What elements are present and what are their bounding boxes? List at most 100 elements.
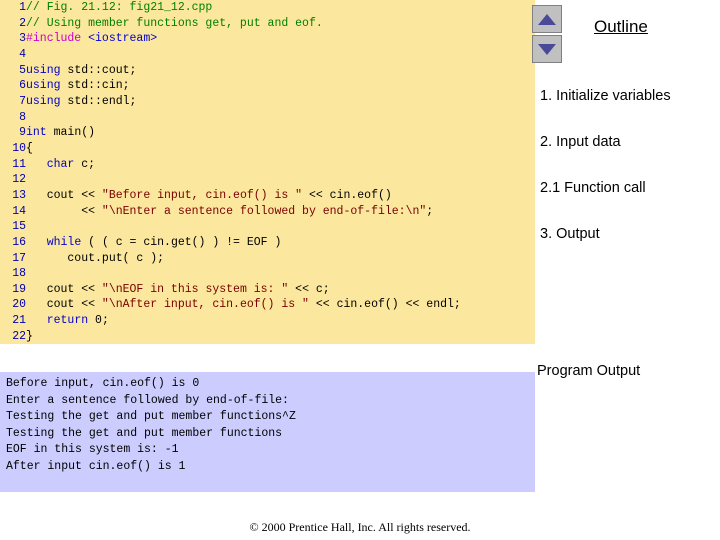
- code-line: 18: [0, 266, 461, 282]
- code-token: <iostream>: [88, 32, 158, 46]
- code-token: << c;: [288, 282, 330, 296]
- code-token: << cin.eof() << endl;: [308, 298, 461, 312]
- code-line-number: 17: [12, 251, 26, 265]
- code-line: 12: [0, 172, 461, 188]
- code-line-number: 21: [12, 314, 26, 328]
- code-line-number: 20: [12, 298, 26, 312]
- code-token: using: [26, 94, 61, 108]
- code-token: using: [26, 63, 61, 77]
- code-token: char: [46, 157, 75, 171]
- code-token: return: [46, 314, 89, 328]
- copyright-footer: © 2000 Prentice Hall, Inc. All rights re…: [249, 520, 471, 534]
- triangle-down-icon: [538, 43, 556, 55]
- code-token: << cin.eof(): [302, 188, 392, 202]
- code-line: 13 cout << "Before input, cin.eof() is "…: [0, 188, 461, 204]
- code-token: std::endl;: [60, 94, 137, 108]
- code-line-number: 5: [19, 63, 26, 77]
- code-token: // Using member functions get, put and e…: [26, 16, 323, 30]
- code-line: 14 << "\nEnter a sentence followed by en…: [0, 204, 461, 220]
- code-token: while: [46, 235, 82, 249]
- code-line-text: #include <iostream>: [26, 31, 461, 47]
- code-token: cout <<: [26, 298, 102, 312]
- code-token: "\nAfter input, cin.eof() is ": [101, 298, 309, 312]
- code-line: 5 using std::cout;: [0, 63, 461, 79]
- code-line-text: [26, 172, 461, 188]
- code-line-text: cout << "Before input, cin.eof() is " <<…: [26, 188, 461, 204]
- code-line: 9 int main(): [0, 125, 461, 141]
- code-token: }: [26, 329, 33, 343]
- code-line-text: [26, 219, 461, 235]
- code-line-number: 13: [12, 188, 26, 202]
- code-token: #include: [26, 32, 89, 46]
- code-token: "\nEnter a sentence followed by end-of-f…: [101, 204, 427, 218]
- code-line: 3 #include <iostream>: [0, 31, 461, 47]
- code-line-number: 14: [12, 204, 26, 218]
- code-token: "\nEOF in this system is: ": [101, 282, 289, 296]
- code-line-text: }: [26, 329, 461, 345]
- code-line-text: // Fig. 21.12: fig21_12.cpp: [26, 0, 461, 16]
- code-line-text: [26, 266, 461, 282]
- outline-item-4: 3. Output: [540, 226, 600, 242]
- code-line-number: 16: [12, 235, 26, 249]
- program-output-panel: Before input, cin.eof() is 0 Enter a sen…: [0, 372, 535, 492]
- code-line: 7 using std::endl;: [0, 94, 461, 110]
- code-line-number: 3: [19, 32, 26, 46]
- code-line-text: char c;: [26, 157, 461, 173]
- code-line-number: 1: [19, 1, 26, 14]
- code-line-text: << "\nEnter a sentence followed by end-o…: [26, 204, 461, 220]
- code-table: 1// Fig. 21.12: fig21_12.cpp 2// Using me…: [0, 0, 461, 344]
- code-line-number: 15: [12, 220, 26, 234]
- code-line: 8: [0, 110, 461, 126]
- outline-item-1: 1. Initialize variables: [540, 88, 671, 104]
- code-line: 6 using std::cin;: [0, 78, 461, 94]
- code-line-text: int main(): [26, 125, 461, 141]
- code-line-number: 12: [12, 173, 26, 187]
- code-token: using: [26, 79, 61, 93]
- code-line-text: while ( ( c = cin.get() ) != EOF ): [26, 235, 461, 251]
- code-line: 20 cout << "\nAfter input, cin.eof() is …: [0, 297, 461, 313]
- code-token: ;: [426, 204, 434, 218]
- code-line: 10{: [0, 141, 461, 157]
- code-line: 4: [0, 47, 461, 63]
- code-line: 2// Using member functions get, put and …: [0, 16, 461, 32]
- code-line-text: cout.put( c );: [26, 251, 461, 267]
- code-token: <<: [26, 204, 102, 218]
- code-line-number: 8: [19, 110, 26, 124]
- code-token: // Fig. 21.12: fig21_12.cpp: [26, 1, 213, 14]
- code-line: 22}: [0, 329, 461, 345]
- outline-heading: Outline: [594, 17, 648, 36]
- code-token: ( ( c = cin.get() ) != EOF ): [81, 235, 282, 249]
- code-line: 11 char c;: [0, 157, 461, 173]
- code-line-text: [26, 110, 461, 126]
- code-line-number: 22: [12, 329, 26, 343]
- code-token: std::cin;: [60, 79, 130, 93]
- code-line: 17 cout.put( c );: [0, 251, 461, 267]
- code-line-number: 11: [12, 157, 26, 171]
- code-line: 19 cout << "\nEOF in this system is: " <…: [0, 282, 461, 298]
- code-token: {: [26, 141, 33, 155]
- scroll-down-button[interactable]: [532, 35, 562, 63]
- code-listing-panel: 1// Fig. 21.12: fig21_12.cpp 2// Using me…: [0, 0, 535, 344]
- code-line-text: using std::cout;: [26, 63, 461, 79]
- code-line-text: // Using member functions get, put and e…: [26, 16, 461, 32]
- code-line-text: cout << "\nAfter input, cin.eof() is " <…: [26, 297, 461, 313]
- code-token: 0;: [88, 314, 109, 328]
- code-token: main(): [46, 126, 96, 140]
- scroll-up-button[interactable]: [532, 5, 562, 33]
- code-line-number: 10: [12, 141, 26, 155]
- code-line-text: [26, 47, 461, 63]
- code-line-text: cout << "\nEOF in this system is: " << c…: [26, 282, 461, 298]
- code-line-text: using std::endl;: [26, 94, 461, 110]
- code-line-number: 4: [19, 47, 26, 61]
- code-line-number: 19: [12, 282, 26, 296]
- code-line: 15: [0, 219, 461, 235]
- code-table-body: 1// Fig. 21.12: fig21_12.cpp 2// Using me…: [0, 0, 461, 344]
- code-line-number: 2: [19, 16, 26, 30]
- code-token: cout <<: [26, 188, 102, 202]
- program-output-label: Program Output: [537, 363, 641, 379]
- code-line-number: 18: [12, 267, 26, 281]
- code-line-text: return 0;: [26, 313, 461, 329]
